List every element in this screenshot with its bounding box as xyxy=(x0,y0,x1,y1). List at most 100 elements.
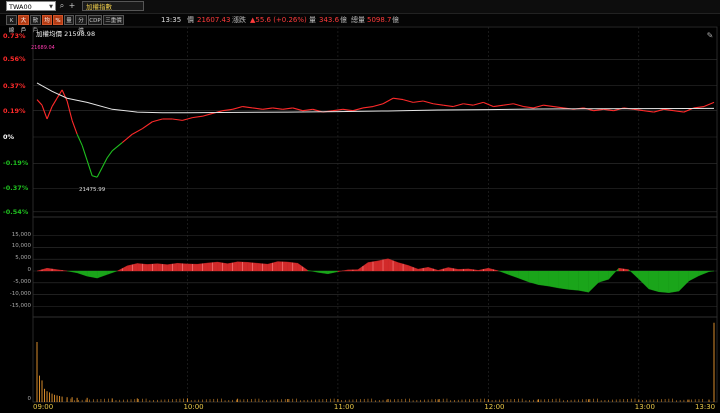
price-line-segment xyxy=(192,115,203,119)
net-tick-label: 5,000 xyxy=(15,255,31,262)
price-line-segment xyxy=(141,121,153,130)
chart-title: 加權均價 21598.98 xyxy=(36,30,96,38)
price-line-segment xyxy=(81,145,88,161)
pct-tick-label: -0.37% xyxy=(3,184,29,193)
net-area-segment xyxy=(638,270,649,290)
price-line-segment xyxy=(76,134,83,146)
net-area-segment xyxy=(608,267,619,280)
intraday-chart[interactable] xyxy=(0,0,720,413)
price-line-segment xyxy=(513,103,524,108)
price-line-segment xyxy=(41,104,48,120)
net-area-segment xyxy=(708,270,715,272)
price-line-segment xyxy=(493,104,504,108)
net-area-segment xyxy=(107,270,118,275)
x-tick-label: 12:00 xyxy=(484,403,505,411)
price-line-segment xyxy=(703,101,715,108)
price-line-segment xyxy=(262,107,273,110)
edit-icon[interactable]: ✎ xyxy=(705,31,715,41)
net-area-segment xyxy=(86,270,98,279)
price-line-segment xyxy=(422,100,434,105)
net-tick-label: 15,000 xyxy=(11,231,31,238)
x-tick-label: 13:00 xyxy=(634,403,655,411)
net-area-segment xyxy=(508,270,519,279)
volume-panel-frame xyxy=(32,316,718,403)
price-line-segment xyxy=(503,103,514,106)
price-line-segment xyxy=(36,99,43,106)
net-area-segment xyxy=(538,270,549,287)
net-tick-label: -5,000 xyxy=(13,278,31,285)
price-line-segment xyxy=(101,157,108,168)
net-area-segment xyxy=(628,269,639,280)
price-line-segment xyxy=(86,160,93,176)
pct-tick-label: 0.73% xyxy=(3,31,26,40)
price-line-segment xyxy=(362,105,374,109)
average-price-line xyxy=(36,82,715,114)
net-area-segment xyxy=(598,270,609,283)
pct-tick-label: -0.19% xyxy=(3,159,29,168)
net-tick-label: 0 xyxy=(27,267,32,273)
price-line-segment xyxy=(152,118,163,123)
net-area-segment xyxy=(97,270,108,279)
net-area-segment xyxy=(678,270,690,292)
net-tick-label: 10,000 xyxy=(11,243,31,250)
price-line-segment xyxy=(272,107,283,110)
pct-tick-label: 0% xyxy=(3,133,15,141)
net-area-segment xyxy=(688,270,700,282)
price-line-segment xyxy=(121,133,133,143)
net-area-segment xyxy=(658,270,670,293)
net-area-segment xyxy=(327,270,339,275)
price-line-segment xyxy=(232,105,243,110)
net-area-segment xyxy=(578,270,589,293)
pct-tick-label: 0.37% xyxy=(3,81,26,90)
price-line-segment xyxy=(473,101,484,106)
price-line-segment xyxy=(483,101,494,108)
price-line-segment xyxy=(106,150,113,159)
volume-zero-label: 0 xyxy=(27,396,32,402)
price-line-segment xyxy=(453,103,464,108)
net-area-segment xyxy=(67,270,78,274)
x-tick-label: 09:00 xyxy=(33,403,54,411)
net-area-segment xyxy=(498,270,509,275)
price-line-segment xyxy=(111,142,123,152)
net-area-segment xyxy=(76,270,88,277)
low-annotation: 21475.99 xyxy=(79,187,106,193)
pct-tick-label: 0.56% xyxy=(3,55,26,64)
x-tick-label: 11:00 xyxy=(333,403,355,411)
price-line-segment xyxy=(523,105,534,109)
x-tick-label: 13:30 xyxy=(694,403,716,411)
price-line-segment xyxy=(172,118,183,121)
price-line-segment xyxy=(693,105,705,109)
price-line-segment xyxy=(543,104,554,108)
pct-tick-label: -0.54% xyxy=(3,207,29,216)
price-line-segment xyxy=(402,99,414,103)
high-annotation: 21689.04 xyxy=(31,45,55,51)
price-line-segment xyxy=(463,103,474,106)
net-area-segment xyxy=(548,270,559,289)
price-line-segment xyxy=(252,107,263,110)
price-line-segment xyxy=(433,103,444,106)
net-tick-label: -10,000 xyxy=(9,290,31,297)
price-line-segment xyxy=(533,104,544,109)
price-line-segment xyxy=(132,128,143,135)
price-line-segment xyxy=(71,120,78,135)
price-line-segment xyxy=(96,167,103,178)
net-area-segment xyxy=(698,270,710,276)
price-line-segment xyxy=(392,97,404,101)
price-line-segment xyxy=(553,105,564,109)
price-line-segment xyxy=(352,107,364,112)
net-area-segment xyxy=(568,270,579,291)
price-line-segment xyxy=(292,107,303,112)
price-line-segment xyxy=(282,107,293,110)
price-line-segment xyxy=(92,175,98,178)
price-line-segment xyxy=(61,89,68,102)
net-area-segment xyxy=(518,270,529,283)
price-line-segment xyxy=(382,97,394,105)
pct-tick-label: 0.19% xyxy=(3,106,26,115)
net-area-segment xyxy=(648,270,659,293)
net-area-segment xyxy=(588,270,599,293)
price-line-segment xyxy=(242,105,253,109)
price-line-segment xyxy=(372,103,384,108)
net-area-segment xyxy=(317,270,329,275)
price-line-segment xyxy=(51,97,58,107)
net-tick-label: -15,000 xyxy=(9,302,31,309)
